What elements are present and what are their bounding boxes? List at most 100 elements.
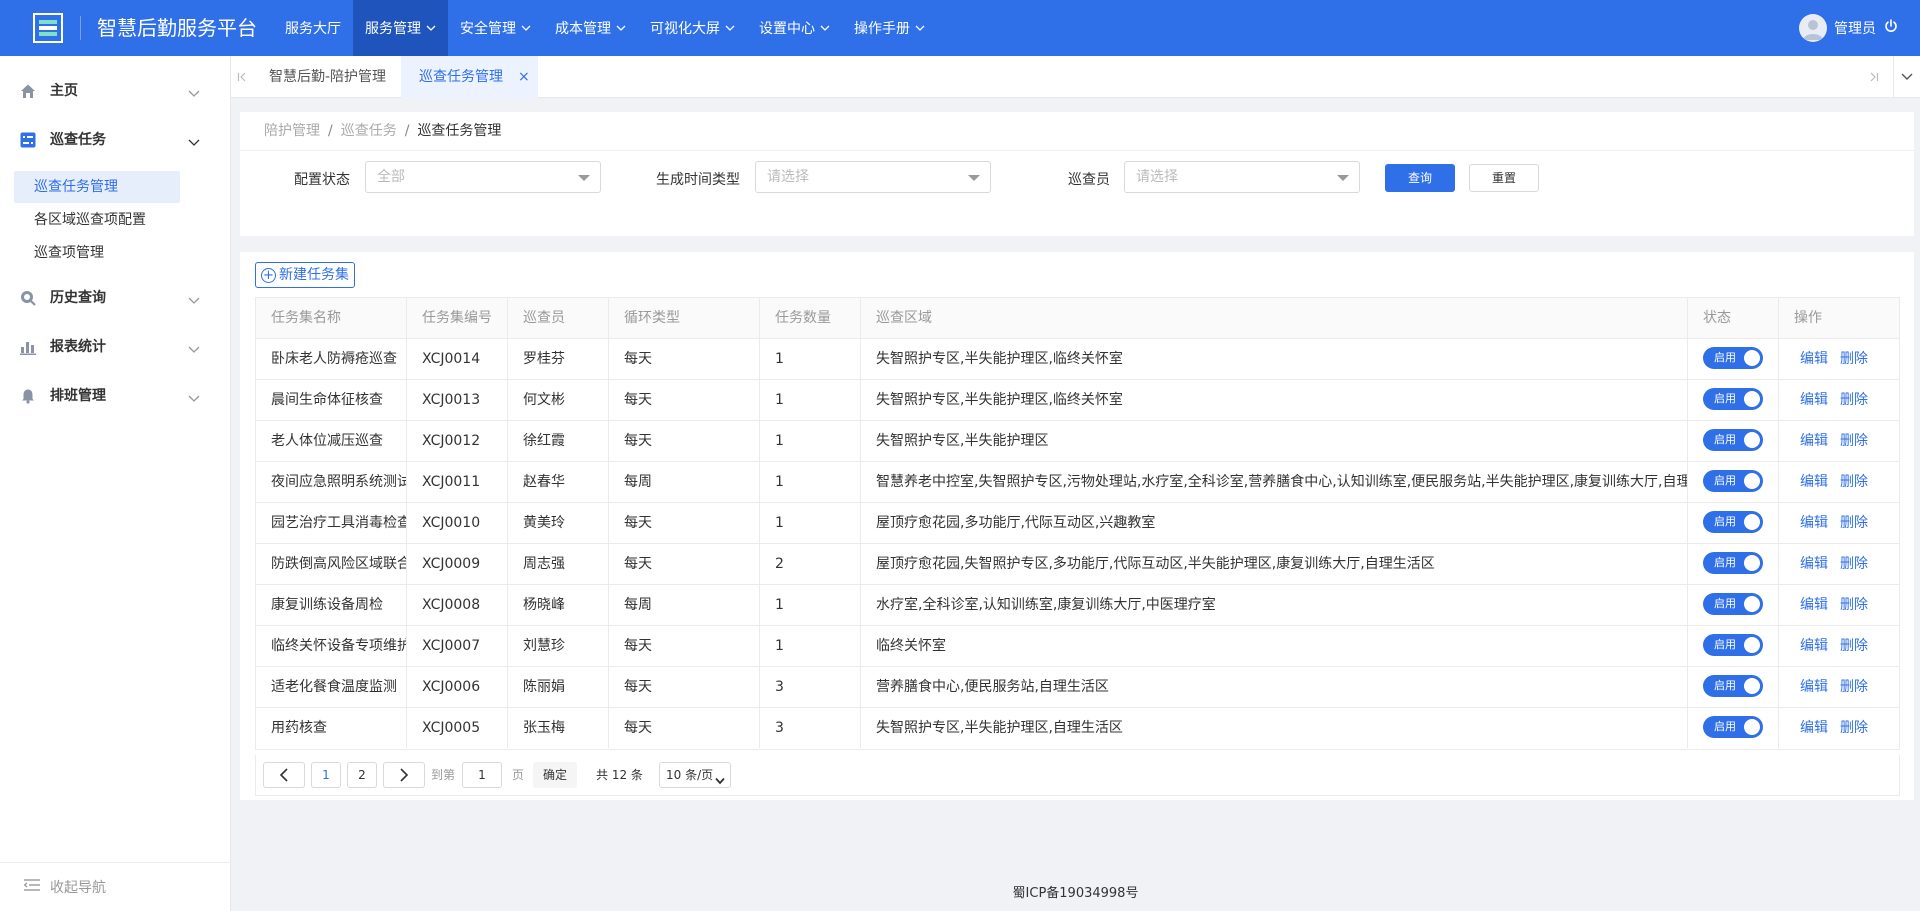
cell-area: 临终关怀室: [861, 626, 1688, 666]
edit-link[interactable]: 编辑: [1800, 556, 1828, 572]
delete-link[interactable]: 删除: [1840, 392, 1868, 408]
sidebar-item-inspection-item-management[interactable]: 巡查项管理: [14, 237, 180, 269]
toggle-label: 启用: [1714, 720, 1736, 733]
edit-link[interactable]: 编辑: [1800, 638, 1828, 654]
sidebar-group-label: 报表统计: [50, 339, 106, 355]
sidebar-group-label: 历史查询: [50, 290, 106, 306]
nav-item-2[interactable]: 安全管理: [448, 0, 543, 56]
column-header: 状态: [1688, 298, 1779, 338]
edit-link[interactable]: 编辑: [1800, 515, 1828, 531]
cell-cycle: 每天: [609, 626, 760, 666]
prev-page-button[interactable]: [263, 762, 305, 788]
time-type-select[interactable]: 请选择: [755, 161, 991, 193]
sidebar-group-inspection-tasks[interactable]: 巡查任务: [0, 120, 230, 160]
nav-item-1[interactable]: 服务管理: [353, 0, 448, 56]
sidebar-group-home[interactable]: 主页: [0, 71, 230, 111]
status-toggle[interactable]: 启用: [1703, 552, 1763, 574]
cell-cycle: 每天: [609, 708, 760, 748]
nav-item-4[interactable]: 可视化大屏: [638, 0, 747, 56]
query-button[interactable]: 查询: [1385, 164, 1455, 192]
inspector-select[interactable]: 请选择: [1124, 161, 1360, 193]
page-button-2[interactable]: 2: [347, 762, 377, 788]
goto-confirm-button[interactable]: 确定: [533, 762, 577, 788]
chevron-right-icon: [400, 768, 409, 782]
goto-page-input[interactable]: 1: [462, 762, 502, 788]
tab-menu-chevron-down-icon[interactable]: [1893, 56, 1920, 98]
edit-link[interactable]: 编辑: [1800, 433, 1828, 449]
delete-link[interactable]: 删除: [1840, 638, 1868, 654]
user-name[interactable]: 管理员: [1834, 18, 1876, 38]
delete-link[interactable]: 删除: [1840, 351, 1868, 367]
user-menu[interactable]: 管理员: [1799, 14, 1898, 42]
status-toggle[interactable]: 启用: [1703, 511, 1763, 533]
cell-status: 启用: [1688, 585, 1779, 625]
nav-item-label: 成本管理: [555, 21, 611, 37]
status-toggle[interactable]: 启用: [1703, 470, 1763, 492]
delete-link[interactable]: 删除: [1840, 433, 1868, 449]
nav-item-3[interactable]: 成本管理: [543, 0, 638, 56]
delete-link[interactable]: 删除: [1840, 474, 1868, 490]
cell-cycle: 每天: [609, 421, 760, 461]
chevron-down-icon: [915, 25, 925, 31]
toggle-label: 启用: [1714, 597, 1736, 610]
delete-link[interactable]: 删除: [1840, 556, 1868, 572]
sidebar-item-inspection-task-management[interactable]: 巡查任务管理: [14, 171, 180, 203]
caret-down-icon: [1337, 175, 1349, 181]
sidebar-item-area-inspection-config[interactable]: 各区域巡查项配置: [14, 204, 180, 236]
status-toggle[interactable]: 启用: [1703, 429, 1763, 451]
breadcrumb-item[interactable]: 巡查任务: [341, 123, 397, 139]
power-icon[interactable]: [1884, 19, 1898, 37]
cell-name: 老人体位减压巡查: [256, 421, 407, 461]
chevron-down-icon: [521, 25, 531, 31]
page-button-1[interactable]: 1: [311, 762, 341, 788]
delete-link[interactable]: 删除: [1840, 597, 1868, 613]
status-toggle[interactable]: 启用: [1703, 347, 1763, 369]
cell-inspector: 何文彬: [508, 380, 609, 420]
task-list-icon: [20, 132, 36, 148]
nav-item-0[interactable]: 服务大厅: [273, 0, 353, 56]
delete-link[interactable]: 删除: [1840, 679, 1868, 695]
status-toggle[interactable]: 启用: [1703, 388, 1763, 410]
chevron-down-icon: [725, 25, 735, 31]
status-toggle[interactable]: 启用: [1703, 593, 1763, 615]
status-select[interactable]: 全部: [365, 161, 601, 193]
collapse-nav-button[interactable]: 收起导航: [0, 862, 230, 911]
sidebar-group-reports[interactable]: 报表统计: [0, 327, 230, 367]
edit-link[interactable]: 编辑: [1800, 679, 1828, 695]
next-page-button[interactable]: [383, 762, 425, 788]
page-size-select[interactable]: 10 条/页: [659, 762, 731, 788]
delete-link[interactable]: 删除: [1840, 515, 1868, 531]
task-set-table-panel: + 新建任务集 任务集名称 任务集编号 巡查员 循环类型 任务数量 巡查区域 状态 操作 卧床老…: [240, 252, 1914, 800]
cell-area: 屋顶疗愈花园,失智照护专区,多功能厅,代际互动区,半失能护理区,康复训练大厅,自…: [861, 544, 1688, 584]
app-logo-icon[interactable]: [33, 13, 63, 43]
new-task-set-button[interactable]: + 新建任务集: [255, 262, 355, 288]
sidebar-group-scheduling[interactable]: 排班管理: [0, 376, 230, 416]
nav-item-6[interactable]: 操作手册: [842, 0, 937, 56]
tab-close-icon[interactable]: ×: [518, 56, 530, 98]
status-toggle[interactable]: 启用: [1703, 634, 1763, 656]
edit-link[interactable]: 编辑: [1800, 720, 1828, 736]
toggle-label: 启用: [1714, 474, 1736, 487]
edit-link[interactable]: 编辑: [1800, 392, 1828, 408]
status-toggle[interactable]: 启用: [1703, 675, 1763, 697]
edit-link[interactable]: 编辑: [1800, 474, 1828, 490]
nav-item-5[interactable]: 设置中心: [747, 0, 842, 56]
tab-scroll-left-icon[interactable]: [231, 56, 253, 98]
column-header: 任务集名称: [256, 298, 407, 338]
breadcrumb-item[interactable]: 陪护管理: [264, 123, 320, 139]
cell-status: 启用: [1688, 708, 1779, 748]
avatar[interactable]: [1799, 14, 1827, 42]
tab-escort-management[interactable]: 智慧后勤-陪护管理: [259, 56, 396, 98]
delete-link[interactable]: 删除: [1840, 720, 1868, 736]
tab-scroll-right-icon[interactable]: [1863, 56, 1885, 98]
inspector-filter-label: 巡查员: [1068, 172, 1110, 188]
edit-link[interactable]: 编辑: [1800, 597, 1828, 613]
sidebar-group-history[interactable]: 历史查询: [0, 278, 230, 318]
reset-button[interactable]: 重置: [1469, 164, 1539, 192]
column-header: 任务集编号: [407, 298, 508, 338]
cell-area: 失智照护专区,半失能护理区,临终关怀室: [861, 339, 1688, 379]
cell-inspector: 杨晓峰: [508, 585, 609, 625]
edit-link[interactable]: 编辑: [1800, 351, 1828, 367]
status-toggle[interactable]: 启用: [1703, 716, 1763, 738]
tab-bar: 智慧后勤-陪护管理 巡查任务管理 ×: [231, 56, 1920, 98]
